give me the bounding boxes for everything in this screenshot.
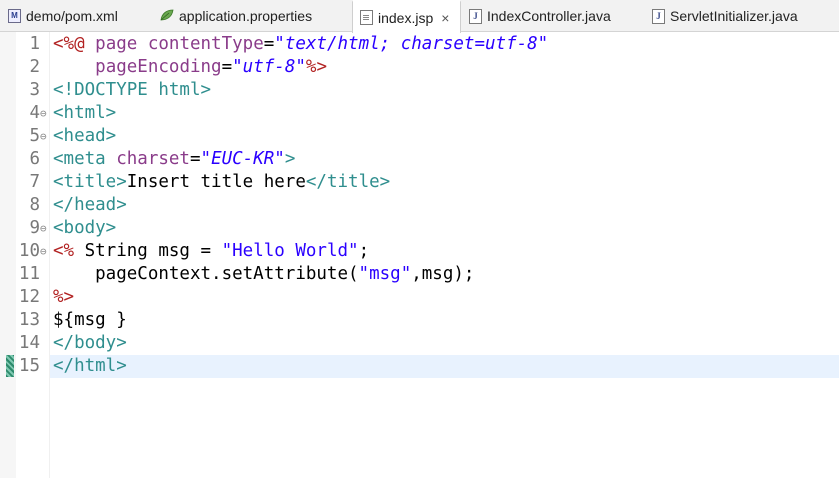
code-text: ${msg } [53,309,127,332]
code-token: = [263,34,275,54]
code-token: <% [53,241,75,261]
code-token: </body> [53,333,127,353]
code-token: charset [116,149,190,169]
line-number: 14 [18,333,40,353]
code-token: pageEncoding [95,57,222,77]
code-line[interactable]: 13 ${msg } [0,309,839,332]
code-text: </html> [53,355,127,378]
code-line[interactable]: 14 </body> [0,332,839,355]
code-line[interactable]: 3 <!DOCTYPE html> [0,79,839,102]
line-number: 4 [29,103,40,123]
code-token: "msg" [358,264,412,284]
fold-toggle-icon[interactable]: ⊖ [40,102,47,125]
code-token: </head> [53,195,127,215]
tab-label: IndexController.java [487,8,611,24]
code-token: "text/html; charset=utf-8" [274,34,549,54]
code-token: ${msg } [53,310,127,330]
code-text: <title>Insert title here</title> [53,171,390,194]
code-token: <body> [53,218,117,238]
code-token: %> [305,57,327,77]
code-line[interactable]: 9 ⊖ <body> [0,217,839,240]
line-number: 11 [18,264,40,284]
code-token: </html> [53,356,127,376]
code-token: Insert title here [126,172,306,192]
line-number: 8 [29,195,40,215]
close-icon[interactable]: × [441,10,449,26]
tab-label: demo/pom.xml [26,8,118,24]
code-token: ; [358,241,370,261]
line-number: 9 [29,218,40,238]
code-token: pageContext.setAttribute( [53,264,359,284]
code-line[interactable]: 6 <meta charset="EUC-KR"> [0,148,839,171]
tab-label: index.jsp [378,9,434,26]
line-number: 10 [18,241,40,261]
code-text: %> [53,286,74,309]
tab-label: application.properties [179,8,313,24]
code-text: pageEncoding="utf-8"%> [53,56,327,79]
tab-index-controller-java[interactable]: J IndexController.java [469,0,611,32]
tab-index-jsp[interactable]: index.jsp × [352,0,461,33]
code-line[interactable]: 10 ⊖ <% String msg = "Hello World"; [0,240,839,263]
code-text: <!DOCTYPE html> [53,79,211,102]
code-token: <title> [53,172,127,192]
code-token: <!DOCTYPE html> [53,80,212,100]
code-token: String msg = [74,241,222,261]
code-line[interactable]: 12 %> [0,286,839,309]
code-text: pageContext.setAttribute("msg",msg); [53,263,474,286]
code-token: page contentType [95,34,264,54]
line-number: 13 [18,310,40,330]
java-file-icon: J [469,8,482,24]
line-number: 15 [18,356,40,376]
code-line[interactable]: 7 <title>Insert title here</title> [0,171,839,194]
fold-toggle-icon[interactable]: ⊖ [40,217,47,240]
code-line[interactable]: 11 pageContext.setAttribute("msg",msg); [0,263,839,286]
maven-m-icon: M [8,9,21,23]
code-text: </body> [53,332,127,355]
code-token: <%@ [53,34,96,54]
code-token: <html> [53,103,117,123]
line-number: 2 [29,57,40,77]
code-token: "Hello World" [221,241,359,261]
line-number: 6 [29,149,40,169]
java-file-icon: J [652,8,665,24]
code-token: > [284,149,296,169]
code-line[interactable]: 8 </head> [0,194,839,217]
code-text: <head> [53,125,116,148]
code-token: "utf-8" [232,57,306,77]
code-line[interactable]: 1 <%@ page contentType="text/html; charse… [0,33,839,56]
code-token: = [189,149,201,169]
leaf-icon [160,8,174,24]
code-token: ,msg); [411,264,475,284]
line-number: 5 [29,126,40,146]
code-token: <head> [53,126,117,146]
fold-toggle-icon[interactable]: ⊖ [40,125,47,148]
code-token: <meta [53,149,117,169]
code-text: <body> [53,217,116,240]
line-number: 1 [29,34,40,54]
tab-servlet-initializer-java[interactable]: J ServletInitializer.java [652,0,798,32]
code-line[interactable]: 4 ⊖ <html> [0,102,839,125]
code-text: <%@ page contentType="text/html; charset… [53,33,548,56]
code-line[interactable]: 15 </html> [0,355,839,378]
line-number: 7 [29,172,40,192]
file-icon [360,10,373,25]
tab-application-properties[interactable]: application.properties [160,0,312,32]
editor-tab-bar: M demo/pom.xml application.properties in… [0,0,839,33]
code-line[interactable]: 5 ⊖ <head> [0,125,839,148]
code-text: <% String msg = "Hello World"; [53,240,369,263]
code-token: </title> [305,172,391,192]
code-text: <meta charset="EUC-KR"> [53,148,295,171]
code-text: </head> [53,194,127,217]
tab-label: ServletInitializer.java [670,8,798,24]
code-line[interactable]: 2 pageEncoding="utf-8"%> [0,56,839,79]
line-number: 3 [29,80,40,100]
code-token: %> [53,287,75,307]
tab-pom-xml[interactable]: M demo/pom.xml [8,0,118,32]
fold-toggle-icon[interactable]: ⊖ [40,240,47,263]
code-token: = [221,57,233,77]
code-token: "EUC-KR" [200,149,285,169]
line-number: 12 [18,287,40,307]
code-text: <html> [53,102,116,125]
